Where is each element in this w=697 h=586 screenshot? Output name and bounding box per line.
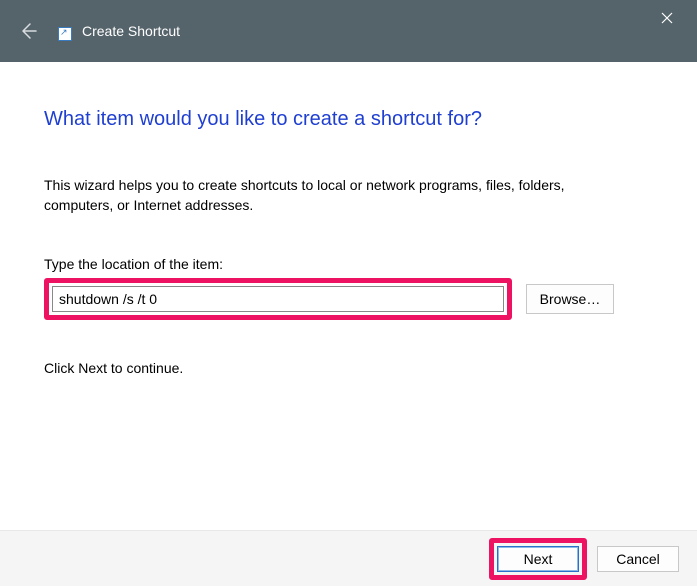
close-icon xyxy=(661,12,673,24)
wizard-footer: Next Cancel xyxy=(0,530,697,586)
cancel-button[interactable]: Cancel xyxy=(597,546,679,572)
location-highlight xyxy=(44,278,512,320)
close-button[interactable] xyxy=(647,4,687,32)
wizard-content: What item would you like to create a sho… xyxy=(0,62,697,376)
next-highlight: Next xyxy=(489,538,587,580)
browse-button[interactable]: Browse… xyxy=(526,284,614,314)
page-description: This wizard helps you to create shortcut… xyxy=(44,175,604,216)
location-row: Browse… xyxy=(44,278,653,320)
window-title: Create Shortcut xyxy=(82,23,180,39)
location-input[interactable] xyxy=(52,286,504,312)
location-label: Type the location of the item: xyxy=(44,256,653,272)
page-heading: What item would you like to create a sho… xyxy=(44,108,653,131)
shortcut-icon xyxy=(58,27,72,41)
back-button[interactable] xyxy=(14,17,42,45)
titlebar: Create Shortcut xyxy=(0,0,697,62)
next-button[interactable]: Next xyxy=(497,546,579,572)
back-arrow-icon xyxy=(18,21,38,41)
continue-text: Click Next to continue. xyxy=(44,360,653,376)
